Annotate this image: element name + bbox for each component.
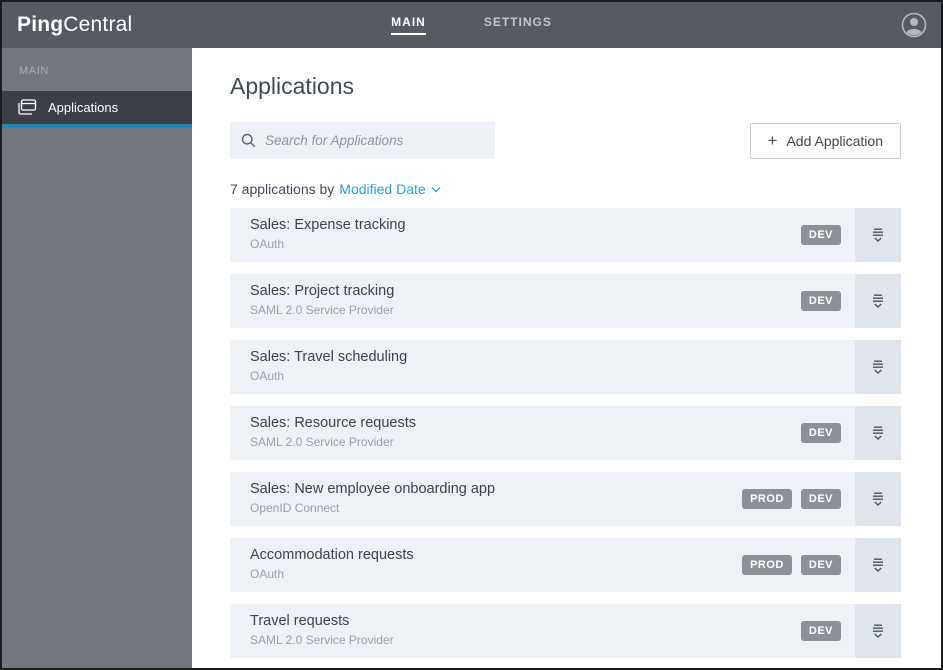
app-window: PingCentral MAIN SETTINGS MAIN Applicati… bbox=[0, 0, 943, 670]
status-badge: DEV bbox=[800, 423, 841, 443]
badge-group: DEV bbox=[800, 208, 841, 262]
application-info: Sales: Travel scheduling OAuth bbox=[230, 340, 841, 394]
plus-icon: + bbox=[767, 130, 778, 150]
list-summary: 7 applications by Modified Date bbox=[230, 181, 901, 197]
page-title: Applications bbox=[230, 73, 355, 99]
application-info: Accommodation requests OAuth bbox=[230, 538, 742, 592]
expand-icon bbox=[869, 226, 887, 244]
status-badge: PROD bbox=[742, 489, 792, 509]
application-name: Sales: New employee onboarding app bbox=[250, 481, 496, 497]
top-nav: MAIN SETTINGS bbox=[2, 15, 941, 35]
expand-button[interactable] bbox=[855, 340, 901, 394]
application-name: Sales: Travel scheduling bbox=[250, 349, 408, 365]
application-count-text: 7 applications by bbox=[230, 181, 335, 197]
application-row[interactable]: Travel requests SAML 2.0 Service Provide… bbox=[230, 604, 901, 658]
sidebar-section-label: MAIN bbox=[19, 65, 49, 77]
application-type: OAuth bbox=[250, 237, 285, 251]
status-badge: DEV bbox=[800, 489, 841, 509]
search-input[interactable] bbox=[265, 133, 484, 148]
add-application-button[interactable]: + Add Application bbox=[749, 122, 901, 159]
expand-icon bbox=[869, 622, 887, 640]
sort-label: Modified Date bbox=[339, 181, 426, 197]
badge-group: DEV bbox=[800, 604, 841, 658]
application-type: OpenID Connect bbox=[250, 501, 340, 515]
application-info: Sales: Project tracking SAML 2.0 Service… bbox=[230, 274, 801, 328]
status-badge: DEV bbox=[800, 621, 841, 641]
search-icon bbox=[241, 133, 256, 148]
search-box bbox=[230, 122, 495, 159]
application-name: Sales: Resource requests bbox=[250, 415, 417, 431]
application-row[interactable]: Sales: Expense tracking OAuth DEV bbox=[230, 208, 901, 262]
status-badge: PROD bbox=[742, 555, 792, 575]
expand-button[interactable] bbox=[855, 538, 901, 592]
sidebar-item-label: Applications bbox=[48, 100, 119, 115]
sidebar: MAIN Applications bbox=[2, 48, 192, 668]
expand-button[interactable] bbox=[855, 406, 901, 460]
application-type: SAML 2.0 Service Provider bbox=[250, 435, 394, 449]
application-type: SAML 2.0 Service Provider bbox=[250, 303, 394, 317]
top-bar: PingCentral MAIN SETTINGS bbox=[2, 2, 941, 48]
sort-dropdown[interactable]: Modified Date bbox=[339, 181, 441, 197]
sidebar-item-applications[interactable]: Applications bbox=[2, 91, 192, 128]
application-row[interactable]: Accommodation requests OAuth PROD DEV bbox=[230, 538, 901, 592]
application-name: Sales: Project tracking bbox=[250, 283, 395, 299]
expand-button[interactable] bbox=[855, 274, 901, 328]
application-info: Travel requests SAML 2.0 Service Provide… bbox=[230, 604, 801, 658]
application-name: Sales: Expense tracking bbox=[250, 217, 406, 233]
expand-button[interactable] bbox=[855, 208, 901, 262]
expand-icon bbox=[869, 490, 887, 508]
applications-icon bbox=[18, 99, 37, 116]
application-info: Sales: Resource requests SAML 2.0 Servic… bbox=[230, 406, 801, 460]
brand-bold: Ping bbox=[17, 13, 64, 36]
status-badge: DEV bbox=[800, 291, 841, 311]
brand-logo: PingCentral bbox=[2, 13, 132, 37]
add-application-label: Add Application bbox=[786, 132, 883, 149]
application-type: OAuth bbox=[250, 369, 285, 383]
badge-group: PROD DEV bbox=[742, 538, 841, 592]
tab-main[interactable]: MAIN bbox=[391, 15, 426, 35]
badge-group: DEV bbox=[800, 406, 841, 460]
expand-icon bbox=[869, 292, 887, 310]
expand-icon bbox=[869, 424, 887, 442]
chevron-down-icon bbox=[431, 186, 441, 193]
user-avatar-icon[interactable] bbox=[901, 12, 927, 38]
application-row[interactable]: Sales: Travel scheduling OAuth bbox=[230, 340, 901, 394]
expand-button[interactable] bbox=[855, 472, 901, 526]
status-badge: DEV bbox=[800, 555, 841, 575]
application-info: Sales: New employee onboarding app OpenI… bbox=[230, 472, 742, 526]
application-list: Sales: Expense tracking OAuth DEV Sales:… bbox=[230, 208, 901, 658]
application-info: Sales: Expense tracking OAuth bbox=[230, 208, 801, 262]
application-type: OAuth bbox=[250, 567, 285, 581]
application-row[interactable]: Sales: Project tracking SAML 2.0 Service… bbox=[230, 274, 901, 328]
expand-icon bbox=[869, 358, 887, 376]
badge-group: DEV bbox=[800, 274, 841, 328]
application-type: SAML 2.0 Service Provider bbox=[250, 633, 394, 647]
toolbar: + Add Application bbox=[230, 122, 901, 159]
application-row[interactable]: Sales: New employee onboarding app OpenI… bbox=[230, 472, 901, 526]
expand-icon bbox=[869, 556, 887, 574]
main-content: Applications + Add Application bbox=[192, 48, 941, 668]
tab-settings[interactable]: SETTINGS bbox=[484, 15, 552, 35]
status-badge: DEV bbox=[800, 225, 841, 245]
badge-group: PROD DEV bbox=[742, 472, 841, 526]
brand-regular: Central bbox=[63, 13, 133, 36]
application-name: Accommodation requests bbox=[250, 547, 414, 563]
application-row[interactable]: Sales: Resource requests SAML 2.0 Servic… bbox=[230, 406, 901, 460]
application-name: Travel requests bbox=[250, 613, 350, 629]
expand-button[interactable] bbox=[855, 604, 901, 658]
